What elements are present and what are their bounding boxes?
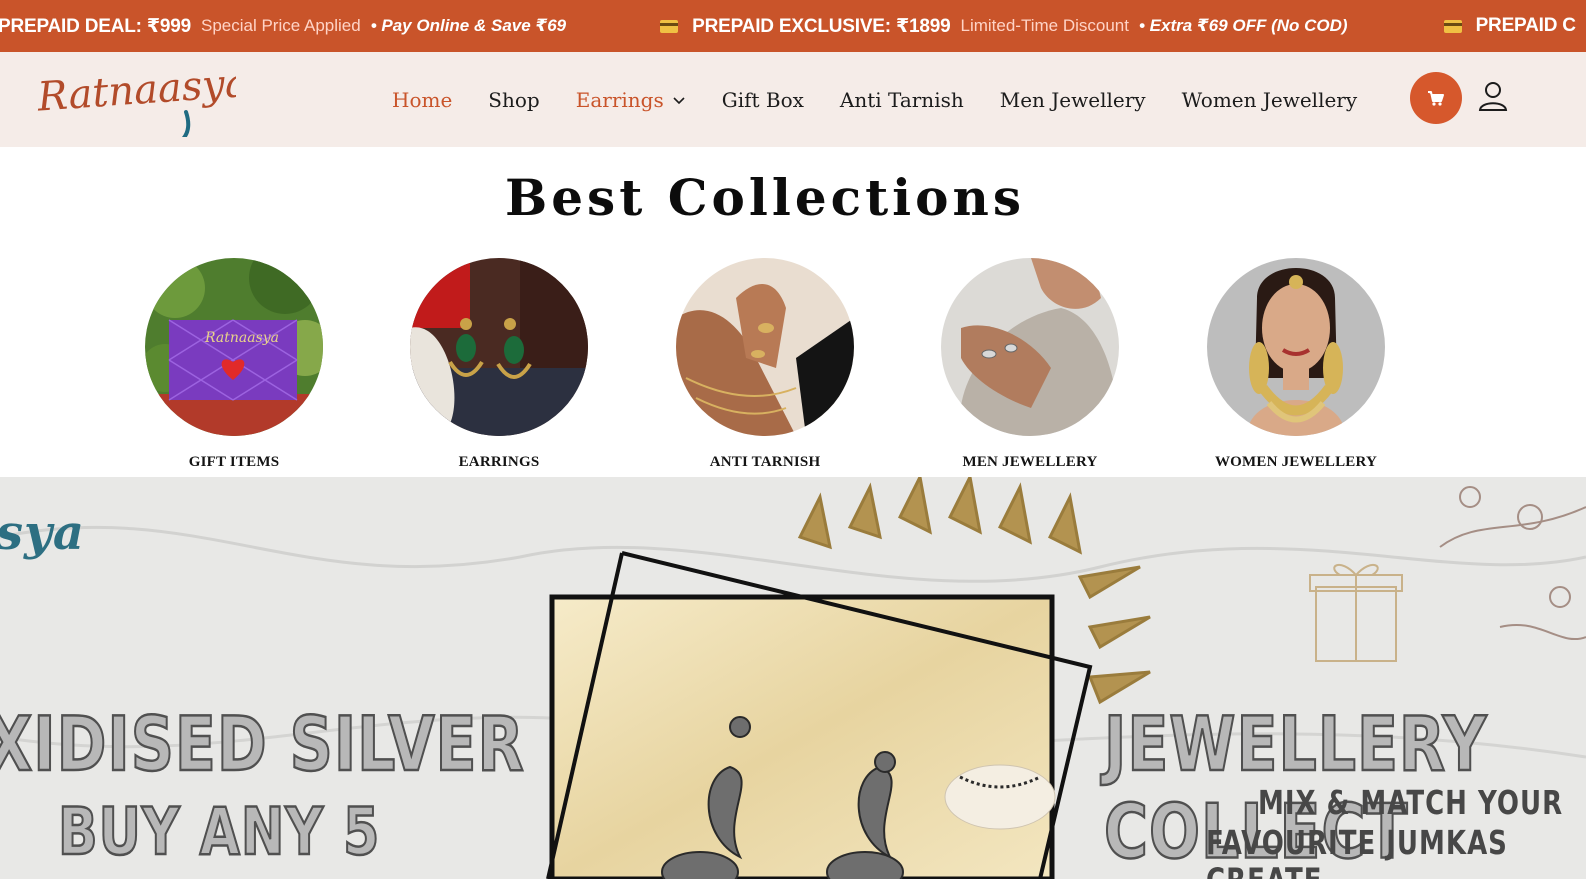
nav-women-jewellery[interactable]: Women Jewellery: [1182, 88, 1358, 112]
promo-headline: PREPAID C: [1475, 15, 1576, 36]
promo-subtext: Special Price Applied: [200, 16, 361, 35]
nav-women-jewellery-label: Women Jewellery: [1181, 87, 1358, 112]
main-nav: Home Shop Earrings Gift Box Anti Tarnish…: [392, 52, 1393, 147]
nav-gift-box[interactable]: Gift Box: [722, 88, 804, 112]
brand-logo[interactable]: Ratnaasya: [35, 60, 250, 142]
collection-men-jewellery[interactable]: MEN JEWELLERY: [940, 258, 1120, 470]
nav-shop[interactable]: Shop: [488, 88, 539, 112]
promo-item: PREPAID EXCLUSIVE: ₹1899 Limited-Time Di…: [660, 15, 1348, 38]
collection-label: ANTI TARNISH: [709, 454, 821, 470]
nav-men-jewellery-label: Men Jewellery: [999, 87, 1146, 112]
collection-women-jewellery[interactable]: WOMEN JEWELLERY: [1206, 258, 1386, 470]
promo-item: PREPAID C: [1443, 15, 1576, 37]
svg-text:Ratnaasya: Ratnaasya: [204, 330, 279, 346]
nav-home[interactable]: Home: [392, 88, 452, 112]
hero-sub-left: BUY ANY 5: [57, 794, 381, 872]
chevron-down-icon: [673, 96, 685, 104]
collection-gift-items[interactable]: Ratnaasya GIFT ITEMS: [144, 258, 324, 470]
user-icon: [1478, 82, 1508, 111]
nav-earrings[interactable]: Earrings: [576, 88, 686, 112]
collection-label: MEN JEWELLERY: [962, 454, 1098, 470]
bridal-woman-photo: [1207, 258, 1385, 436]
collection-label: GIFT ITEMS: [188, 454, 280, 470]
collections-title: Best Collections: [504, 168, 1026, 227]
collection-label: WOMEN JEWELLERY: [1214, 454, 1378, 470]
promo-dot: •: [370, 16, 377, 35]
promo-offer: • Pay Online & Save ₹69: [371, 16, 566, 36]
nav-gift-box-label: Gift Box: [721, 87, 804, 112]
promo-offer: • Extra ₹69 OFF (No COD): [1139, 16, 1348, 36]
promo-item: PREPAID DEAL: ₹999 Special Price Applied…: [0, 15, 566, 38]
ticker-track: PREPAID DEAL: ₹999 Special Price Applied…: [0, 0, 1586, 52]
svg-text:Ratnaasya: Ratnaasya: [36, 62, 236, 121]
nav-shop-label: Shop: [488, 87, 540, 112]
nav-anti-tarnish[interactable]: Anti Tarnish: [840, 88, 964, 112]
promo-offer-text: Extra ₹69 OFF (No COD): [1149, 16, 1348, 35]
men-ring-photo: [941, 258, 1119, 436]
nav-home-label: Home: [392, 87, 453, 112]
card-icon: [660, 19, 679, 33]
earrings-photo: [410, 258, 588, 436]
collection-earrings[interactable]: EARRINGS: [409, 258, 589, 470]
account-button[interactable]: [1476, 78, 1510, 114]
gift-box-photo: Ratnaasya: [145, 258, 323, 436]
promo-subtext: Limited-Time Discount: [960, 16, 1129, 35]
nav-earrings-label: Earrings: [575, 87, 664, 112]
promo-headline: PREPAID DEAL: ₹999: [0, 15, 191, 37]
promo-dot: •: [1138, 16, 1145, 35]
card-icon: [1443, 19, 1462, 33]
promo-headline: PREPAID EXCLUSIVE: ₹1899: [692, 15, 951, 37]
hero-banner[interactable]: sya XIDISED SILVER BUY ANY 5 JEWELLERY C…: [0, 477, 1586, 879]
rings-hand-photo: [676, 258, 854, 436]
hero-sub-right-line1: MIX & MATCH YOUR: [1258, 785, 1564, 823]
promo-ticker: PREPAID DEAL: ₹999 Special Price Applied…: [0, 0, 1586, 52]
hero-sub-right-line2: FAVOURITE JUMKAS CREATE: [1206, 825, 1508, 879]
nav-anti-tarnish-label: Anti Tarnish: [839, 87, 964, 112]
site-header: Ratnaasya Home Shop Earrings Gift Box An…: [0, 52, 1586, 147]
promo-offer-text: Pay Online & Save ₹69: [381, 16, 567, 35]
collection-label: EARRINGS: [458, 454, 540, 470]
collection-anti-tarnish[interactable]: ANTI TARNISH: [675, 258, 855, 470]
cart-icon: [1428, 91, 1444, 106]
nav-men-jewellery[interactable]: Men Jewellery: [1000, 88, 1146, 112]
hero-headline-left: XIDISED SILVER: [0, 700, 525, 790]
hero-brand-fragment: sya: [0, 505, 86, 561]
cart-button[interactable]: [1410, 72, 1462, 124]
